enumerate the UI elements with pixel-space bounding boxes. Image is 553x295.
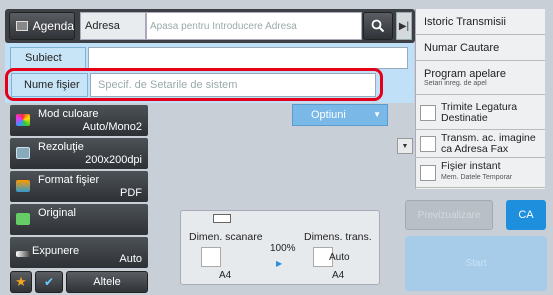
format-fisier-value: PDF [120,187,142,199]
adresa-input[interactable]: Apasa pentru Introducere Adresa [146,12,362,40]
trans-size-value: A4 [332,270,345,281]
check-button[interactable]: ✔ [35,271,63,293]
format-fisier-label: Format fişier [38,174,100,186]
mod-culoare-button[interactable]: Mod culoare Auto/Mono2 [10,105,148,136]
mod-culoare-label: Mod culoare [38,108,99,120]
format-fisier-button[interactable]: Format fişier PDF [10,171,148,202]
optiuni-label: Optiuni [311,109,346,121]
trimite-legatura-checkbox[interactable] [420,105,436,121]
color-mode-icon [16,114,30,126]
adresa-label: Adresa [80,12,146,40]
triangle-down-icon: ▼ [373,110,381,119]
dimen-scanare-label: Dimen. scanare [189,231,263,243]
fisier-instant-sub: Mem. Datele Temporar [441,174,513,181]
scroll-down-button[interactable]: ▼ [397,138,413,154]
transm-fax-checkbox[interactable] [420,136,436,152]
search-address-button[interactable] [363,12,393,40]
original-button[interactable]: Original [10,204,148,235]
exposure-icon [16,251,30,257]
numar-cautare-item[interactable]: Numar Cautare [415,35,545,61]
original-document-icon [16,213,30,225]
expunere-value: Auto [119,253,142,265]
star-icon: ★ [15,274,27,289]
subiect-input[interactable] [88,47,408,69]
program-apelare-item[interactable]: Program apelare Setari inreg. de apel [415,61,545,95]
scan-to-email-screen: Agenda Adresa Apasa pentru Introducere A… [0,0,553,295]
arrow-right-icon: ▶ [276,259,283,268]
expunere-button[interactable]: Expunere Auto [10,237,148,268]
ratio-value: 100% [270,243,296,254]
favorite-button[interactable]: ★ [10,271,32,293]
expand-panel-button[interactable]: ▶| [396,12,412,40]
start-label: Start [465,258,487,269]
fisier-instant-checkbox[interactable] [420,165,436,181]
altele-label: Altele [93,276,121,288]
ca-button[interactable]: CA [506,200,546,230]
rezolutie-label: Rezoluţie [38,141,84,153]
fisier-instant-text: Fişier instant Mem. Datele Temporar [441,161,545,183]
previzualizare-label: Previzualizare [417,209,481,221]
agenda-label: Agenda [32,19,74,33]
rezolutie-value: 200x200dpi [85,154,142,166]
resolution-icon [16,147,30,159]
altele-button[interactable]: Altele [66,271,148,293]
program-apelare-label: Program apelare [424,68,506,80]
rezolutie-button[interactable]: Rezoluţie 200x200dpi [10,138,148,169]
optiuni-button[interactable]: Optiuni ▼ [292,104,388,126]
mod-culoare-value: Auto/Mono2 [82,121,142,133]
agenda-button[interactable]: Agenda [9,12,75,40]
expunere-label: Expunere [32,245,80,257]
file-format-icon [16,180,30,192]
previzualizare-button[interactable]: Previzualizare [405,200,493,230]
program-apelare-sub: Setari inreg. de apel [424,80,487,87]
numar-cautare-label: Numar Cautare [424,41,500,54]
original-label: Original [38,207,76,219]
scanner-icon [213,214,231,223]
trimite-legatura-label: Trimite Legatura Destinatie [441,101,518,124]
dimen-trans-label: Dimens. trans. [304,231,372,243]
address-book-icon [16,21,28,31]
istoric-label: Istoric Transmisii [424,15,506,28]
ca-label: CA [518,209,534,221]
trans-auto-value: Auto [329,252,350,263]
play-skip-icon: ▶| [398,20,410,32]
nume-fisier-highlight [5,68,383,101]
subiect-label: Subiect [10,47,86,69]
fisier-instant-label: Fişier instant [441,160,501,172]
search-icon [371,19,385,33]
scan-size-value: A4 [219,270,232,281]
checkmark-icon: ✔ [43,275,55,289]
transm-fax-label: Transm. ac. imagine ca Adresa Fax [441,132,536,155]
start-button[interactable]: Start [405,236,547,291]
scan-page-icon [201,247,221,267]
istoric-transmisii-item[interactable]: Istoric Transmisii [415,9,545,35]
triangle-down-icon: ▼ [401,142,409,150]
